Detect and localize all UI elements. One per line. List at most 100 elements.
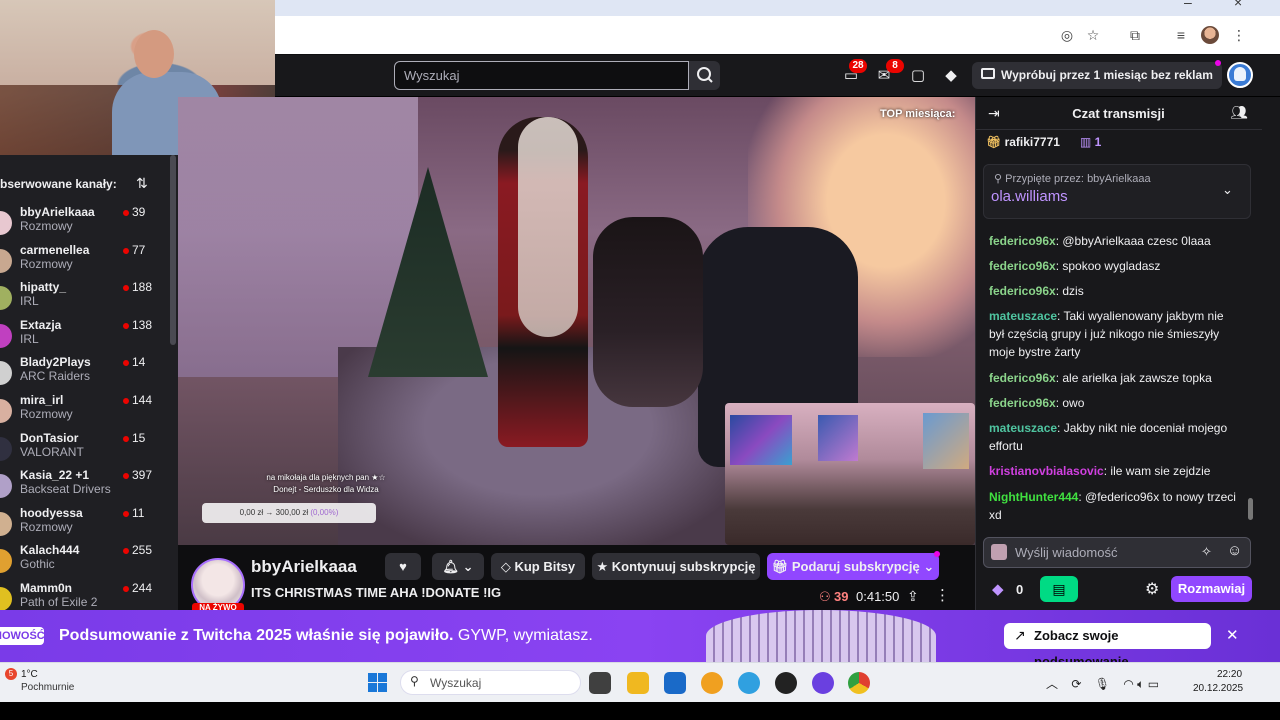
window-minimize-icon[interactable]: – — [1184, 0, 1192, 10]
cheer-icon[interactable]: ✧ — [1201, 544, 1212, 560]
microphone-icon[interactable]: 🎙︎ — [1095, 677, 1110, 691]
clock-time[interactable]: 22:20 — [1217, 669, 1242, 680]
share-icon[interactable]: ⇪ — [907, 588, 919, 605]
chat-username[interactable]: federico96x — [989, 396, 1056, 410]
viewer-count: 39 — [834, 589, 849, 604]
video-player[interactable]: TOP miesiąca: na mikołaja dla pięknych p… — [178, 97, 975, 545]
chat-username[interactable]: federico96x — [989, 284, 1056, 298]
search-button[interactable] — [689, 61, 720, 90]
messenger-icon[interactable] — [812, 672, 834, 694]
star-icon[interactable]: ☆ — [1084, 26, 1102, 44]
chevron-down-icon[interactable]: ⌄ — [1222, 182, 1233, 198]
chat-users-icon[interactable]: 👥︎ — [1230, 104, 1248, 121]
system-tray[interactable]: ︿ ⟳ 🎙︎ ◠ 🔈︎ ▭ — [1046, 675, 1159, 692]
sidebar-channel[interactable]: DonTasior VALORANT 15 — [0, 431, 170, 468]
sidebar-channel[interactable]: hipatty_ IRL 188 — [0, 280, 170, 317]
sidebar-channel[interactable]: mira_irl Rozmowy 144 — [0, 393, 170, 430]
chevron-up-icon[interactable]: ︿ — [1046, 677, 1058, 691]
goal-line-1: na mikołaja dla pięknych pan ★☆ — [266, 473, 386, 482]
edge-icon[interactable] — [738, 672, 760, 694]
channel-category: Rozmowy — [20, 407, 73, 421]
live-dot — [123, 210, 129, 216]
chat-message: federico96x: dzis — [989, 282, 1237, 300]
chat-send-button[interactable]: Rozmawiaj — [1171, 576, 1252, 602]
channel-viewers: 188 — [132, 280, 153, 295]
banner-text-bold: Podsumowanie z Twitcha 2025 właśnie się … — [59, 627, 454, 644]
emote-icon[interactable]: ☺ — [1227, 542, 1242, 559]
chat-username[interactable]: federico96x — [989, 371, 1056, 385]
battery-icon[interactable]: ▭ — [1148, 677, 1159, 691]
sidebar-channel[interactable]: Blady2Plays ARC Raiders 14 — [0, 355, 170, 392]
weather-temperature[interactable]: 1°C — [21, 669, 38, 680]
pinned-user[interactable]: ola.williams — [991, 188, 1068, 205]
sidebar-channel[interactable]: carmenellea Rozmowy 77 — [0, 243, 170, 280]
chat-text: : dzis — [1055, 284, 1084, 298]
wifi-icon[interactable]: ◠ — [1123, 677, 1133, 691]
resubscribe-button[interactable]: ★ Kontynuuj subskrypcję — [592, 553, 760, 580]
see-recap-button[interactable]: Zobacz swoje podsumowanie — [1004, 623, 1211, 669]
notifications-bell-button[interactable]: 🔔︎ ⌄ — [432, 553, 484, 580]
weather-badge[interactable]: 5 — [5, 668, 17, 680]
start-button[interactable] — [368, 673, 388, 693]
chat-username[interactable]: federico96x — [989, 259, 1056, 273]
sidebar-channel[interactable]: Extazja IRL 138 — [0, 318, 170, 355]
chat-identity-avatar[interactable] — [991, 544, 1007, 560]
menu-icon[interactable]: ⋮ — [1230, 26, 1248, 44]
whispers-icon[interactable]: ▢ — [908, 66, 928, 86]
chat-username[interactable]: federico96x — [989, 234, 1056, 248]
chat-username[interactable]: mateuszace — [989, 309, 1057, 323]
donation-goal-text: na mikołaja dla pięknych pan ★☆ Donejt -… — [206, 472, 446, 496]
eye-off-icon[interactable]: ◎ — [1058, 26, 1076, 44]
channel-name: DonTasior — [20, 430, 79, 445]
profile-icon[interactable] — [1201, 26, 1219, 44]
task-view-icon[interactable] — [589, 672, 611, 694]
channel-name: Kalach444 — [20, 543, 80, 558]
more-options-icon[interactable]: ⋮ — [935, 586, 950, 604]
trial-ad-free-button[interactable]: Wypróbuj przez 1 miesiąc bez reklam — [972, 62, 1222, 89]
chat-username[interactable]: kristianovbialasovic — [989, 464, 1104, 478]
search-input[interactable]: Wyszukaj — [394, 61, 689, 90]
media-icon[interactable]: ≡ — [1172, 26, 1190, 44]
taskbar-search[interactable]: Wyszukaj — [400, 670, 581, 695]
volume-icon[interactable]: 🔈︎ — [1137, 677, 1144, 691]
weather-description[interactable]: Pochmurnie — [21, 682, 74, 693]
donation-goal-bar: 0,00 zł → 300,00 zł (0,00%) — [202, 503, 376, 523]
store-icon[interactable] — [664, 672, 686, 694]
sidebar-scrollbar[interactable] — [170, 155, 176, 345]
channel-avatar — [0, 361, 12, 386]
channel-points-value: 0 — [1016, 582, 1024, 597]
sync-icon[interactable]: ⟳ — [1071, 677, 1081, 691]
channel-avatar — [0, 248, 12, 273]
extensions-icon[interactable]: ⧉ — [1126, 26, 1144, 44]
chrome-icon[interactable] — [848, 672, 870, 694]
sidebar-channel[interactable]: bbyArielkaaa Rozmowy 39 — [0, 205, 170, 242]
channel-category: ARC Raiders — [20, 369, 91, 384]
bits-icon[interactable]: ◆ — [941, 66, 961, 86]
buy-bits-label: Kup Bitsy — [514, 559, 576, 574]
buy-bits-button[interactable]: ◇ Kup Bitsy — [491, 553, 585, 580]
sidebar-channel[interactable]: hoodyessa Rozmowy 11 — [0, 506, 170, 543]
channel-viewers: 11 — [132, 505, 145, 520]
chat-scrollbar[interactable] — [1248, 498, 1253, 520]
trial-dot — [1215, 60, 1221, 66]
streamer-name[interactable]: bbyArielkaaa — [251, 557, 357, 577]
sidebar-channel[interactable]: Kalach444 Gothic 255 — [0, 543, 170, 580]
chat-settings-icon[interactable]: ⚙ — [1145, 579, 1159, 599]
file-explorer-icon[interactable] — [627, 672, 649, 694]
firefox-icon[interactable] — [701, 672, 723, 694]
top-gifter[interactable]: 🎁︎ rafiki7771 — [986, 135, 1060, 149]
follow-heart-button[interactable]: ♥ — [385, 553, 421, 580]
chat-username[interactable]: mateuszace — [989, 421, 1057, 435]
window-close-icon[interactable]: × — [1234, 0, 1242, 10]
chat-username[interactable]: NightHunter444 — [989, 490, 1078, 504]
chat-text: : owo — [1055, 396, 1085, 410]
rewards-button[interactable]: ▤ — [1040, 576, 1078, 602]
clock-date[interactable]: 20.12.2025 — [1193, 683, 1243, 694]
sort-icon[interactable]: ⇅ — [136, 175, 148, 192]
gift-sub-button[interactable]: 🎁︎ Podaruj subskrypcję ⌄ — [767, 553, 939, 580]
sidebar-channel[interactable]: Kasia_22 +1 Backseat Drivers 397 — [0, 468, 170, 505]
channel-points-icon[interactable]: ◆ — [992, 580, 1004, 598]
close-icon[interactable]: ✕ — [1226, 626, 1239, 644]
screen: – × ◎ ☆ ⧉ ≡ ⋮ Wyszukaj ▭ 28 ✉ 8 ▢ ◆ Wypr… — [0, 0, 1280, 720]
github-icon[interactable] — [775, 672, 797, 694]
